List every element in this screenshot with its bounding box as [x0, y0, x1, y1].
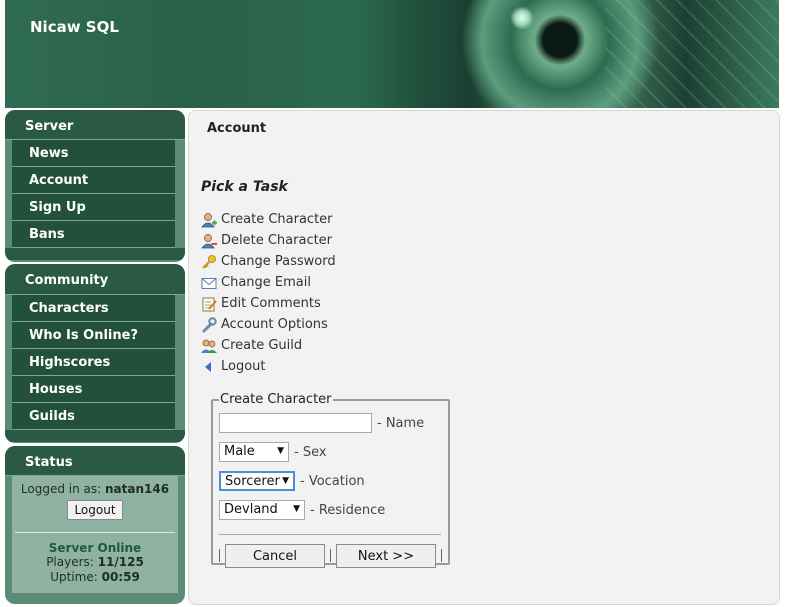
- logout-button[interactable]: Logout: [67, 500, 123, 520]
- task-create-guild[interactable]: Create Guild: [201, 335, 336, 356]
- sex-select[interactable]: Male ▼: [219, 442, 289, 462]
- server-menu-box: Server News Account Sign Up Bans: [5, 110, 185, 262]
- task-create-character[interactable]: Create Character: [201, 209, 336, 230]
- form-legend: Create Character: [219, 392, 333, 407]
- name-label: - Name: [377, 415, 425, 431]
- logged-in-label: Logged in as:: [20, 482, 102, 496]
- sex-label: - Sex: [294, 444, 327, 460]
- task-delete-character[interactable]: Delete Character: [201, 230, 336, 251]
- residence-row: Devland ▼ - Residence: [219, 500, 385, 520]
- players-label: Players:: [46, 555, 94, 569]
- uptime-label: Uptime:: [50, 570, 98, 584]
- status-panel: Logged in as: natan146 Logout Server Onl…: [12, 476, 178, 593]
- cancel-button[interactable]: Cancel: [225, 544, 325, 568]
- sidebar-item-guilds[interactable]: Guilds: [12, 403, 175, 430]
- logged-in-row: Logged in as: natan146: [12, 482, 178, 497]
- wrench-icon: [201, 316, 217, 333]
- envelope-icon: [201, 275, 217, 291]
- dropdown-arrow-icon: ▼: [282, 476, 289, 486]
- status-box: Status Logged in as: natan146 Logout Ser…: [5, 446, 185, 604]
- task-heading: Pick a Task: [201, 179, 288, 195]
- vocation-row: Sorcerer ▼ - Vocation: [219, 471, 365, 491]
- task-change-password[interactable]: Change Password: [201, 251, 336, 272]
- sidebar-item-houses[interactable]: Houses: [12, 376, 175, 403]
- sidebar-item-bans[interactable]: Bans: [12, 221, 175, 248]
- status-divider: [15, 532, 175, 533]
- sidebar-item-sign-up[interactable]: Sign Up: [12, 194, 175, 221]
- server-menu-title: Server: [5, 110, 185, 140]
- form-divider: [219, 534, 441, 535]
- sidebar-item-highscores[interactable]: Highscores: [12, 349, 175, 376]
- name-row: - Name: [219, 413, 424, 433]
- sex-row: Male ▼ - Sex: [219, 442, 327, 462]
- task-logout[interactable]: Logout: [201, 356, 336, 377]
- residence-select[interactable]: Devland ▼: [219, 500, 305, 520]
- name-input[interactable]: [219, 413, 372, 433]
- user-add-icon: [201, 212, 217, 228]
- task-account-options[interactable]: Account Options: [201, 314, 336, 335]
- players-count: 11/125: [97, 555, 144, 569]
- sidebar-item-news[interactable]: News: [12, 140, 175, 167]
- main-panel: Account Pick a Task Create Character Del…: [188, 110, 780, 605]
- next-button[interactable]: Next >>: [336, 544, 436, 568]
- task-change-email[interactable]: Change Email: [201, 272, 336, 293]
- uptime-value: 00:59: [101, 570, 140, 584]
- players-row: Players: 11/125: [12, 555, 178, 570]
- sidebar-item-account[interactable]: Account: [12, 167, 175, 194]
- status-title: Status: [5, 446, 185, 476]
- edit-note-icon: [201, 296, 217, 312]
- dropdown-arrow-icon: ▼: [277, 446, 284, 456]
- user-delete-icon: [201, 233, 217, 249]
- sidebar-item-characters[interactable]: Characters: [12, 295, 175, 322]
- server-status: Server Online: [48, 541, 142, 555]
- community-menu-title: Community: [5, 264, 185, 295]
- community-menu-box: Community Characters Who Is Online? High…: [5, 264, 185, 443]
- username: natan146: [105, 482, 170, 496]
- task-list: Create Character Delete Character Change…: [201, 209, 336, 377]
- create-character-form: Create Character - Name Male ▼ - Sex Sor…: [211, 392, 450, 568]
- page-title: Account: [207, 121, 267, 136]
- key-icon: [201, 254, 217, 270]
- site-title: Nicaw SQL: [30, 18, 119, 36]
- task-edit-comments[interactable]: Edit Comments: [201, 293, 336, 314]
- vocation-select[interactable]: Sorcerer ▼: [219, 471, 295, 491]
- group-icon: [201, 338, 217, 354]
- uptime-row: Uptime: 00:59: [12, 570, 178, 585]
- residence-label: - Residence: [310, 502, 386, 518]
- back-arrow-icon: [201, 359, 217, 375]
- site-header: Nicaw SQL: [5, 0, 779, 108]
- sidebar-item-who-is-online[interactable]: Who Is Online?: [12, 322, 175, 349]
- vocation-label: - Vocation: [300, 473, 365, 489]
- dropdown-arrow-icon: ▼: [293, 504, 300, 514]
